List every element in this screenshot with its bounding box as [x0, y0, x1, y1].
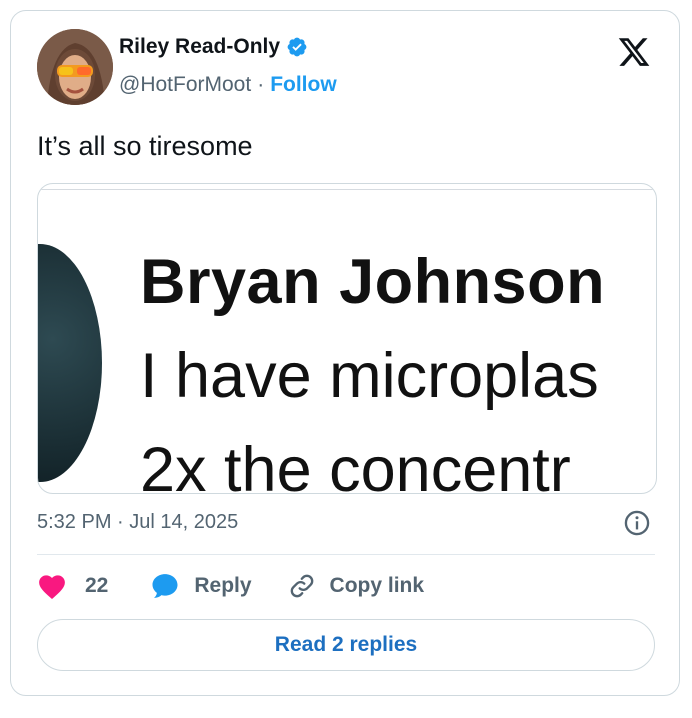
reply-bubble-icon: [152, 574, 178, 598]
embedded-post-card: Riley Read-Only @HotForMoot · Follow It’…: [10, 10, 680, 696]
like-count: 22: [85, 574, 109, 597]
follow-button[interactable]: Follow: [270, 73, 337, 97]
verified-badge-icon: [287, 37, 307, 57]
media-profile-photo: [38, 244, 102, 482]
media-text-line-2: I have microplas: [140, 341, 599, 411]
reply-label: Reply: [194, 574, 252, 597]
info-icon[interactable]: [623, 509, 651, 537]
divider: [37, 554, 655, 555]
avatar-image: [37, 29, 113, 105]
author-name-row: Riley Read-Only: [119, 35, 308, 59]
separator-dot: ·: [257, 73, 265, 96]
reply-button[interactable]: Reply: [150, 571, 252, 601]
media-text-name: Bryan Johnson: [140, 247, 606, 317]
author-handle[interactable]: @HotForMoot: [119, 73, 251, 97]
link-icon: [290, 574, 313, 598]
read-replies-button[interactable]: Read 2 replies: [37, 619, 655, 671]
author-name[interactable]: Riley Read-Only: [119, 35, 280, 59]
copy-link-button[interactable]: Copy link: [288, 572, 425, 600]
heart-icon: [39, 575, 65, 599]
media-image[interactable]: Bryan Johnson I have microplas 2x the co…: [37, 183, 657, 494]
copy-link-label: Copy link: [329, 574, 425, 597]
media-top-line: [38, 189, 656, 190]
x-logo-icon[interactable]: [617, 35, 651, 69]
media-text-line-3: 2x the concentr: [140, 435, 571, 494]
like-button[interactable]: 22: [37, 572, 108, 600]
post-timestamp[interactable]: 5:32 PM · Jul 14, 2025: [37, 511, 238, 534]
post-text: It’s all so tiresome: [37, 131, 253, 161]
action-bar: 22 Reply Copy link: [37, 571, 424, 601]
author-handle-row: @HotForMoot · Follow: [119, 73, 337, 97]
avatar[interactable]: [37, 29, 113, 105]
